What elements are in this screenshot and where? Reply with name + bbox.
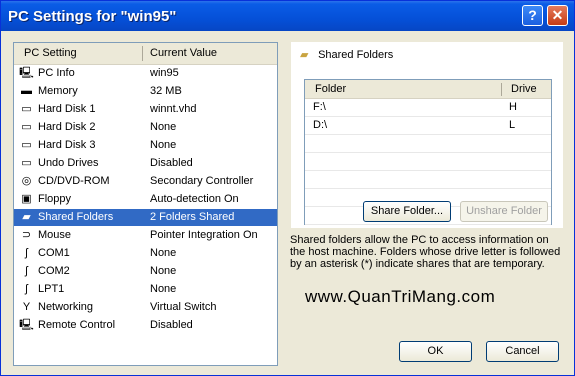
remote-control-icon: 🖳: [19, 319, 34, 331]
mouse-icon: ⊃: [21, 229, 32, 241]
com-port-icon: ʃ: [25, 265, 28, 277]
settings-row[interactable]: ʃ COM2 None: [14, 263, 277, 280]
setting-value: win95: [150, 67, 179, 79]
title-bar[interactable]: PC Settings for "win95" ? ✕: [1, 1, 574, 31]
column-header-value[interactable]: Current Value: [150, 43, 217, 64]
close-button[interactable]: ✕: [547, 5, 568, 26]
setting-value: winnt.vhd: [150, 103, 197, 115]
cancel-button[interactable]: Cancel: [486, 341, 559, 362]
unshare-folder-button[interactable]: Unshare Folder: [460, 201, 548, 222]
setting-name: Shared Folders: [38, 211, 114, 223]
memory-icon: ▬: [21, 85, 32, 97]
settings-row[interactable]: ⊃ Mouse Pointer Integration On: [14, 227, 277, 244]
setting-value: 32 MB: [150, 85, 182, 97]
setting-value: 2 Folders Shared: [150, 211, 235, 223]
table-row[interactable]: D:\ L: [305, 117, 551, 135]
setting-value: None: [150, 121, 177, 133]
settings-row[interactable]: ▭ Hard Disk 1 winnt.vhd: [14, 101, 277, 118]
table-row[interactable]: F:\ H: [305, 99, 551, 117]
setting-name: PC Info: [38, 67, 75, 79]
setting-value: None: [150, 265, 177, 277]
setting-name: Floppy: [38, 193, 72, 205]
settings-row[interactable]: ▬ Memory 32 MB: [14, 83, 277, 100]
settings-row[interactable]: ▰ Shared Folders 2 Folders Shared: [14, 209, 277, 226]
cd-icon: ◎: [21, 175, 32, 187]
setting-value: None: [150, 283, 177, 295]
setting-name: Networking: [38, 301, 94, 313]
setting-name: Undo Drives: [38, 157, 99, 169]
panel-title-text: Shared Folders: [318, 49, 394, 61]
lpt-port-icon: ʃ: [25, 283, 28, 295]
settings-row[interactable]: ▭ Hard Disk 2 None: [14, 119, 277, 136]
column-header-setting[interactable]: PC Setting: [24, 43, 77, 64]
setting-name: Memory: [38, 85, 78, 97]
ok-button[interactable]: OK: [399, 341, 472, 362]
setting-name: CD/DVD-ROM: [38, 175, 110, 187]
settings-row[interactable]: ▭ Undo Drives Disabled: [14, 155, 277, 172]
list-header: PC Setting Current Value: [14, 43, 277, 65]
table-row[interactable]: [305, 153, 551, 171]
settings-row[interactable]: ▭ Hard Disk 3 None: [14, 137, 277, 154]
share-folder-button[interactable]: Share Folder...: [363, 201, 451, 222]
column-separator[interactable]: [501, 83, 502, 96]
undo-drive-icon: ▭: [21, 157, 32, 169]
window-title: PC Settings for "win95": [8, 8, 177, 25]
help-button[interactable]: ?: [522, 5, 543, 26]
settings-row[interactable]: 🖳 PC Info win95: [14, 65, 277, 82]
table-row[interactable]: [305, 135, 551, 153]
setting-name: LPT1: [38, 283, 65, 295]
settings-row[interactable]: ʃ COM1 None: [14, 245, 277, 262]
pc-settings-dialog: PC Settings for "win95" ? ✕ PC Setting C…: [0, 0, 575, 376]
watermark-text: www.QuanTriMang.com: [305, 287, 496, 306]
table-row[interactable]: [305, 171, 551, 189]
settings-row[interactable]: 🖳 Remote Control Disabled: [14, 317, 277, 334]
setting-name: COM2: [38, 265, 70, 277]
setting-name: Hard Disk 2: [38, 121, 96, 133]
column-header-drive[interactable]: Drive: [511, 80, 537, 98]
hard-disk-icon: ▭: [21, 121, 32, 133]
settings-row[interactable]: ◎ CD/DVD-ROM Secondary Controller: [14, 173, 277, 190]
setting-name: Hard Disk 1: [38, 103, 96, 115]
setting-value: Pointer Integration On: [150, 229, 258, 241]
setting-value: Disabled: [150, 319, 193, 331]
column-header-folder[interactable]: Folder: [315, 80, 346, 98]
drive-cell: L: [509, 119, 516, 131]
pc-icon: 🖳: [19, 67, 34, 79]
panel-title: ▰ Shared Folders: [300, 47, 393, 64]
hard-disk-icon: ▭: [21, 103, 32, 115]
setting-name: COM1: [38, 247, 70, 259]
setting-value: None: [150, 247, 177, 259]
folder-cell: D:\: [313, 119, 328, 131]
hard-disk-icon: ▭: [21, 139, 32, 151]
table-header: Folder Drive: [305, 80, 551, 99]
settings-row[interactable]: ▣ Floppy Auto-detection On: [14, 191, 277, 208]
setting-value: None: [150, 139, 177, 151]
setting-value: Auto-detection On: [150, 193, 239, 205]
setting-name: Hard Disk 3: [38, 139, 96, 151]
folder-icon: ▰: [22, 211, 31, 223]
network-icon: Y: [22, 301, 31, 313]
settings-row[interactable]: ʃ LPT1 None: [14, 281, 277, 298]
setting-value: Disabled: [150, 157, 193, 169]
setting-name: Mouse: [38, 229, 72, 241]
setting-value: Secondary Controller: [150, 175, 254, 187]
setting-name: Remote Control: [38, 319, 116, 331]
drive-cell: H: [509, 101, 517, 113]
setting-value: Virtual Switch: [150, 301, 217, 313]
folder-icon: ▰: [300, 49, 309, 61]
floppy-icon: ▣: [21, 193, 32, 205]
com-port-icon: ʃ: [25, 247, 28, 259]
pc-settings-list[interactable]: PC Setting Current Value 🖳 PC Info win95 ▬ M…: [13, 42, 278, 366]
settings-row[interactable]: Y Networking Virtual Switch: [14, 299, 277, 316]
column-separator[interactable]: [142, 46, 143, 61]
shared-folders-description: Shared folders allow the PC to access in…: [290, 234, 561, 270]
folder-cell: F:\: [313, 101, 326, 113]
